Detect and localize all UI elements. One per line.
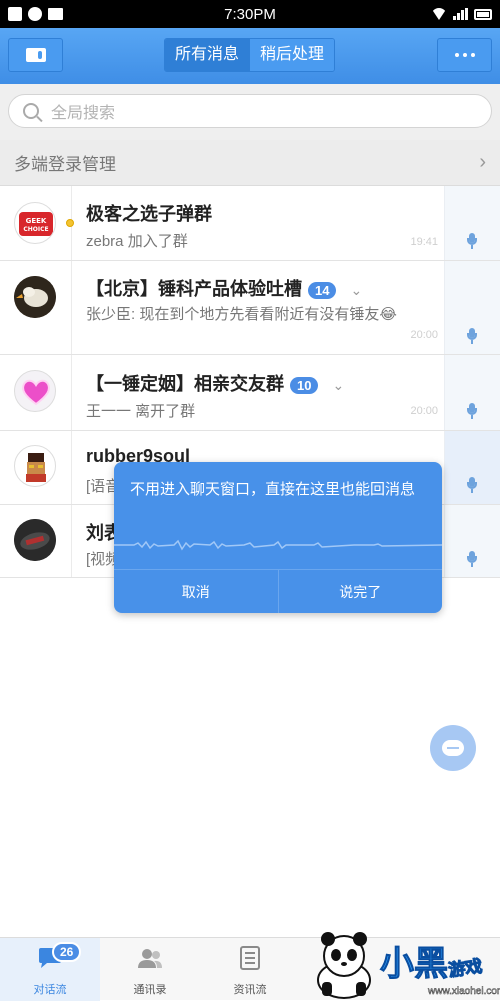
nav-label: 资讯流 xyxy=(233,984,267,996)
clock: 7:30PM xyxy=(224,5,276,23)
new-chat-fab[interactable] xyxy=(430,725,476,771)
app-notification-icon xyxy=(8,7,22,21)
nav-label: 通讯录 xyxy=(133,984,167,996)
watermark-url: www.xiaohei.com xyxy=(428,986,500,998)
nav-news[interactable]: 资讯流 xyxy=(200,938,300,1001)
popup-hint-text: 不用进入聊天窗口，直接在这里也能回消息 xyxy=(130,481,416,498)
unread-count-badge: 26 xyxy=(52,942,82,962)
voice-mode-button[interactable] xyxy=(8,38,63,72)
conversation-row[interactable]: 【北京】锤科产品体验吐槽 14 ⌄ 张少臣: 现在到个地方先看看附近有没有锤友😂 2… xyxy=(0,261,500,355)
header-bar: 所有消息 稍后处理 xyxy=(0,28,500,84)
search-area: 全局搜索 xyxy=(0,84,500,140)
more-button[interactable] xyxy=(437,38,492,72)
contacts-icon xyxy=(138,949,162,968)
voice-waveform-icon xyxy=(114,539,442,551)
conversation-row[interactable]: 【一锤定姻】相亲交友群 10 ⌄ 王一一 离开了群 20:00 xyxy=(0,355,500,431)
svg-text:GEEK: GEEK xyxy=(26,217,47,225)
voice-reply-popup: 不用进入聊天窗口，直接在这里也能回消息 取消 说完了 xyxy=(114,462,442,613)
search-icon xyxy=(23,103,39,119)
conversation-name: 【一锤定姻】相亲交友群 10 ⌄ xyxy=(86,374,345,394)
conversation-time: 19:41 xyxy=(410,236,438,248)
wifi-icon xyxy=(431,8,447,20)
voice-keyboard-icon xyxy=(25,48,46,62)
search-placeholder: 全局搜索 xyxy=(51,105,116,122)
voice-reply-button[interactable] xyxy=(444,505,500,577)
chevron-down-icon[interactable]: ⌄ xyxy=(332,377,344,394)
voice-reply-button[interactable] xyxy=(444,261,500,354)
chat-bubble-icon xyxy=(442,740,464,756)
conversation-message: 张少臣: 现在到个地方先看看附近有没有锤友😂 xyxy=(86,306,397,323)
tab-all-messages[interactable]: 所有消息 xyxy=(165,39,250,71)
multi-device-login-row[interactable]: 多端登录管理 › xyxy=(0,140,500,186)
avatar xyxy=(14,276,56,318)
voice-reply-button[interactable] xyxy=(444,431,500,504)
voice-reply-button[interactable] xyxy=(444,355,500,430)
more-dots-icon xyxy=(454,53,459,57)
microphone-icon xyxy=(467,403,477,419)
nav-contacts[interactable]: 通讯录 xyxy=(100,938,200,1001)
microphone-icon xyxy=(467,328,477,344)
unread-badge: 14 xyxy=(308,281,337,299)
avatar xyxy=(14,519,56,561)
conversation-message: zebra 加入了群 xyxy=(86,233,188,250)
search-input[interactable]: 全局搜索 xyxy=(8,94,492,128)
conversation-message: 王一一 离开了群 xyxy=(86,403,196,420)
status-bar: 7:30PM xyxy=(0,0,500,28)
multi-device-label: 多端登录管理 xyxy=(14,155,116,174)
svg-text:CHOICE: CHOICE xyxy=(23,226,48,233)
avatar xyxy=(14,370,56,412)
done-speaking-button[interactable]: 说完了 xyxy=(277,570,443,613)
microphone-icon xyxy=(467,477,477,493)
mail-icon xyxy=(48,8,63,20)
signal-icon xyxy=(453,8,468,20)
microphone-icon xyxy=(467,551,477,567)
avatar: GEEK CHOICE xyxy=(14,202,56,244)
nav-conversations[interactable]: 26 对话流 xyxy=(0,938,100,1001)
watermark-brand: 小黑 xyxy=(380,945,449,984)
tab-later[interactable]: 稍后处理 xyxy=(249,39,335,71)
status-dot xyxy=(66,219,74,227)
chevron-down-icon[interactable]: ⌄ xyxy=(350,282,362,299)
conversation-time: 20:00 xyxy=(410,405,438,417)
news-icon xyxy=(240,946,260,970)
chevron-right-icon: › xyxy=(479,151,486,173)
conversation-row[interactable]: GEEK CHOICE 极客之选子弹群 zebra 加入了群 19:41 xyxy=(0,186,500,261)
conversation-name: 【北京】锤科产品体验吐槽 14 ⌄ xyxy=(86,279,363,299)
avatar xyxy=(14,445,56,487)
battery-icon xyxy=(474,8,492,20)
unread-badge: 10 xyxy=(290,376,319,394)
chat-notification-icon xyxy=(28,7,42,21)
panda-mascot-icon xyxy=(317,932,371,999)
watermark-brand-sub: 游戏 xyxy=(447,956,484,981)
conversation-name: 极客之选子弹群 xyxy=(86,204,212,224)
message-filter-tabs: 所有消息 稍后处理 xyxy=(164,38,336,72)
nav-label: 对话流 xyxy=(33,984,67,996)
conversation-time: 20:00 xyxy=(410,329,438,341)
watermark-logo: 小黑 游戏 www.xiaohei.com xyxy=(300,930,500,1000)
voice-reply-button[interactable] xyxy=(444,186,500,260)
microphone-icon xyxy=(467,233,477,249)
cancel-button[interactable]: 取消 xyxy=(114,570,278,613)
